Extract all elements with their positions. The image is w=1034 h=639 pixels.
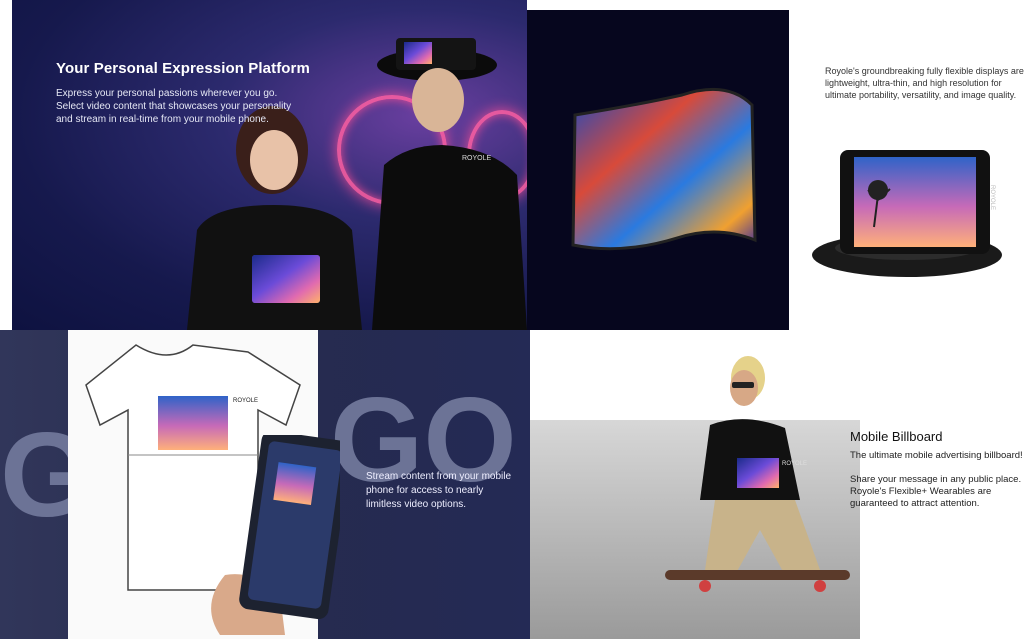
curved-display-illustration (571, 87, 757, 251)
device-screen (854, 157, 976, 247)
dark-backdrop (527, 10, 789, 330)
skater-shirt-logo: ROYOLE (782, 461, 808, 467)
curved-display (573, 89, 755, 249)
sunglasses (732, 382, 754, 388)
skater-shirt-screen (737, 458, 779, 488)
skateboard (665, 570, 850, 580)
panel-description: Royole's groundbreaking fully flexible d… (825, 66, 1024, 100)
tree-canopy (868, 180, 888, 200)
man-jacket (372, 145, 527, 330)
skater-illustration (665, 356, 850, 592)
skateboard-wheel (699, 580, 711, 592)
woman-face (250, 130, 298, 190)
hat-screen (404, 42, 432, 64)
tshirt-logo: ROYOLE (233, 398, 259, 404)
man-face (412, 68, 464, 132)
phone-in-hand-illustration (211, 435, 340, 635)
bent-device-illustration (812, 150, 1002, 277)
panel-title: Mobile Billboard (850, 429, 943, 444)
panel-description: Express your personal passions wherever … (56, 88, 292, 125)
panel-description-1: The ultimate mobile advertising billboar… (850, 450, 1023, 461)
flexible-display-panel: Royole's groundbreaking fully flexible d… (527, 10, 1034, 330)
panel-description-2: Share your message in any public place. … (850, 474, 1022, 509)
panel-title: Your Personal Expression Platform (56, 60, 310, 77)
expression-panel: ROYOLE Your Personal Expression Platform… (12, 0, 527, 330)
skater-shorts (705, 500, 820, 575)
woman-shirt-screen-art (252, 255, 320, 303)
skateboard-wheel-2 (814, 580, 826, 592)
phone-video-thumbnail (273, 462, 317, 506)
panel-description: Stream content from your mobile phone fo… (366, 471, 512, 510)
models-illustration (187, 38, 527, 330)
device-logo: ROYOLE (989, 185, 995, 211)
man-shirt-logo: ROYOLE (462, 155, 492, 162)
billboard-panel: ROYOLE Mobile Billboard The ultimate mob… (530, 330, 1034, 639)
stream-panel: G GO ROYOLE Stream content from your mob… (0, 330, 530, 639)
